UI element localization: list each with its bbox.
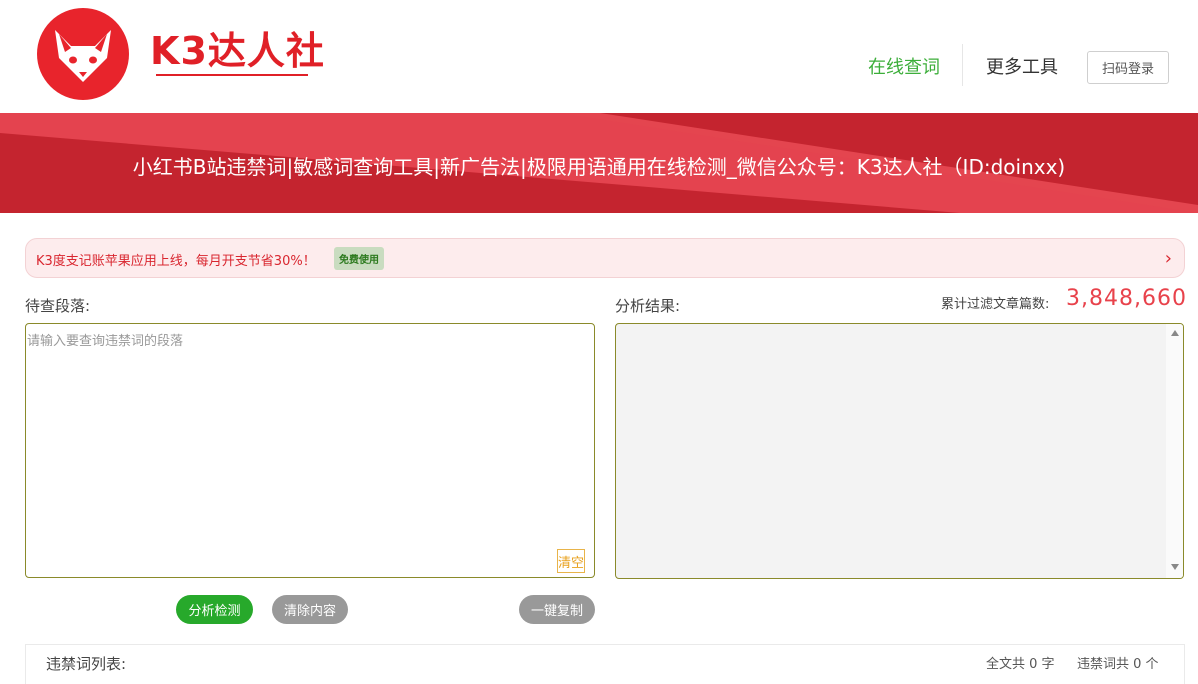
- scroll-up-icon[interactable]: [1171, 330, 1179, 336]
- promo-bar[interactable]: K3度支记账苹果应用上线，每月开支节省30%！ 免费使用 ›: [25, 238, 1185, 278]
- banned-words-count: 违禁词共 0 个: [1077, 657, 1159, 672]
- banned-word-list-title: 违禁词列表:: [46, 655, 127, 673]
- analyze-button[interactable]: 分析检测: [176, 595, 253, 624]
- nav-more-tools[interactable]: 更多工具: [986, 53, 1058, 79]
- free-use-badge[interactable]: 免费使用: [334, 247, 384, 270]
- analysis-result-area: [615, 323, 1184, 579]
- fox-logo-icon[interactable]: [37, 8, 129, 100]
- result-label: 分析结果:: [615, 297, 681, 315]
- chevron-right-icon[interactable]: ›: [1165, 248, 1172, 269]
- promo-text[interactable]: K3度支记账苹果应用上线，每月开支节省30%！: [36, 250, 316, 269]
- clear-content-button[interactable]: 清除内容: [272, 595, 348, 624]
- paragraph-input-container: 清空: [25, 323, 595, 578]
- page: K3达人社 在线查词 更多工具 扫码登录 小红书B站违禁词|敏感词查询工具|新广…: [0, 0, 1198, 684]
- filtered-count-value: 3,848,660: [1066, 286, 1187, 311]
- site-header: K3达人社 在线查词 更多工具 扫码登录: [0, 0, 1198, 113]
- nav-online-query[interactable]: 在线查词: [868, 53, 940, 79]
- logo-wordmark[interactable]: K3达人社: [150, 20, 325, 75]
- paragraph-input[interactable]: [26, 324, 594, 577]
- total-chars-count: 全文共 0 字: [986, 657, 1055, 672]
- clear-input-button[interactable]: 清空: [557, 549, 585, 573]
- banner-title: 小红书B站违禁词|敏感词查询工具|新广告法|极限用语通用在线检测_微信公众号：K…: [132, 155, 1066, 179]
- logo-underline: [156, 74, 308, 76]
- nav-divider: [962, 44, 963, 86]
- input-label: 待查段落:: [25, 297, 91, 315]
- filtered-count-label: 累计过滤文章篇数:: [941, 297, 1050, 312]
- copy-button[interactable]: 一键复制: [519, 595, 595, 624]
- result-scrollbar[interactable]: [1166, 324, 1183, 578]
- hero-banner: 小红书B站违禁词|敏感词查询工具|新广告法|极限用语通用在线检测_微信公众号：K…: [0, 113, 1198, 213]
- scroll-down-icon[interactable]: [1171, 564, 1179, 570]
- qr-login-button[interactable]: 扫码登录: [1087, 51, 1169, 84]
- banned-word-list-panel: 违禁词列表: 全文共 0 字 违禁词共 0 个: [25, 644, 1185, 684]
